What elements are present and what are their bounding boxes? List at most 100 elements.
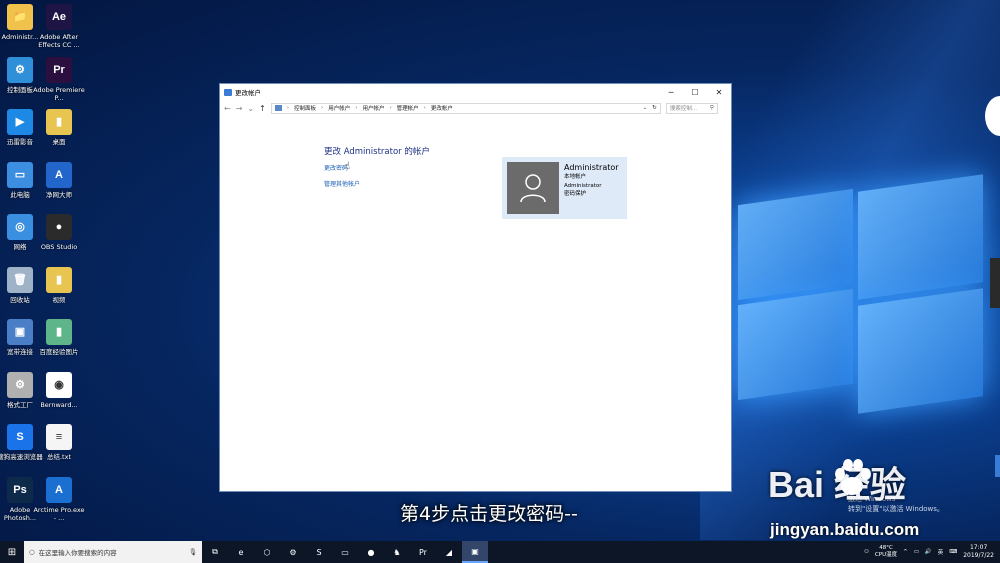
taskbar-app-icon[interactable]: ♞ (384, 541, 410, 563)
taskbar-app-icon[interactable]: ⬡ (254, 541, 280, 563)
taskbar-app-icon[interactable]: ▣ (462, 541, 488, 563)
desktop-icon[interactable]: ● OBS Studio (33, 214, 85, 251)
breadcrumb-item[interactable]: 管理帐户 (397, 104, 419, 112)
app-icon: Pr (46, 56, 72, 83)
hand-cursor-icon: ☝ (344, 161, 351, 172)
people-icon[interactable]: ⚇ (864, 549, 869, 555)
windows-start-icon[interactable]: ⊞ (0, 547, 24, 558)
change-account-window: 更改帐户 ─ ☐ ✕ ← → ⌄ ↑ › 控制面板 › 用户帐户 › 用户帐户 … (219, 83, 732, 492)
desktop-icon[interactable]: ▮ 视频 (33, 266, 85, 304)
desktop-icon-label: Arctime Pro.exe - ... (33, 505, 85, 522)
breadcrumb-item[interactable]: 用户帐户 (328, 104, 350, 112)
desktop-icon-label: Adobe Premiere P... (33, 85, 85, 102)
system-tray: ⚇ 48°C CPU温度 ^ ▭ 🔊 英 ⌨ 17:07 2019/7/22 (864, 544, 1000, 560)
cpu-temp[interactable]: 48°C CPU温度 (875, 545, 897, 559)
baidu-paw-icon (835, 459, 871, 495)
minimize-button[interactable]: ─ (659, 88, 683, 97)
app-icon: ● (46, 214, 72, 240)
maximize-button[interactable]: ☐ (683, 88, 707, 97)
recent-locations-icon[interactable]: ⌄ (247, 104, 254, 113)
desktop-icon-label: 桌面 (52, 138, 66, 146)
control-panel-icon (274, 105, 282, 111)
desktop-icon[interactable]: A Arctime Pro.exe - ... (33, 476, 85, 522)
taskbar-app-icon[interactable]: ● (358, 541, 384, 563)
title-bar[interactable]: 更改帐户 ─ ☐ ✕ (220, 84, 731, 100)
desktop-icon[interactable]: Ae Adobe After Effects CC ... (33, 4, 85, 49)
desktop-icon[interactable]: ≡ 总结.txt (33, 424, 85, 461)
search-icon: ○ (29, 548, 35, 556)
desktop-icon[interactable]: ▮ 桌面 (33, 109, 85, 146)
taskbar-app-icon[interactable]: ⧉ (202, 541, 228, 563)
taskbar-app-icon[interactable]: ▭ (332, 541, 358, 563)
taskbar-app-icon[interactable]: e (228, 541, 254, 563)
taskbar-apps: ⧉ e ⬡ ⚙ S ▭ ● ♞ Pr ◢ ▣ (202, 541, 488, 563)
address-bar[interactable]: › 控制面板 › 用户帐户 › 用户帐户 › 管理帐户 › 更改帐户 ⌄ ↻ (270, 102, 661, 114)
app-icon: Ae (46, 4, 72, 30)
desktop-icon-label: 视频 (52, 295, 66, 304)
keyboard-icon[interactable]: ⌨ (949, 549, 957, 555)
desktop-icon[interactable]: Pr Adobe Premiere P... (33, 56, 85, 102)
account-name: Administrator (564, 163, 619, 172)
account-status: 密码保护 (564, 191, 587, 197)
app-icon: ▭ (7, 161, 33, 188)
close-button[interactable]: ✕ (707, 88, 731, 97)
control-panel-icon (224, 88, 232, 96)
windows-logo-wallpaper (730, 174, 990, 414)
address-toolbar: ← → ⌄ ↑ › 控制面板 › 用户帐户 › 用户帐户 › 管理帐户 › 更改… (220, 100, 731, 116)
desktop-icon[interactable]: ▮ 百度经验图片 (33, 319, 85, 356)
taskbar-app-icon[interactable]: ⚙ (280, 541, 306, 563)
app-icon: A (46, 476, 72, 503)
manage-other-accounts-link[interactable]: 管理其他帐户 (324, 179, 360, 188)
back-arrow-icon[interactable]: ← (224, 104, 231, 113)
desktop-icon-label: 百度经验图片 (39, 348, 79, 356)
app-icon: ◉ (46, 371, 72, 398)
network-icon[interactable]: ▭ (914, 549, 919, 555)
refresh-icon[interactable]: ↻ (652, 105, 657, 111)
app-icon: ≡ (46, 424, 72, 450)
search-placeholder: 搜索控制... (669, 106, 698, 112)
forward-arrow-icon[interactable]: → (236, 104, 243, 113)
app-icon: ▣ (7, 319, 33, 345)
account-group: Administrator (564, 182, 602, 189)
up-arrow-icon[interactable]: ↑ (259, 104, 266, 113)
app-icon: 📁 (7, 4, 33, 30)
app-icon: ▶ (7, 109, 33, 135)
app-icon: A (46, 161, 72, 188)
breadcrumb-item[interactable]: 更改帐户 (431, 104, 453, 112)
volume-icon[interactable]: 🔊 (925, 549, 932, 555)
taskbar-app-icon[interactable]: Pr (410, 541, 436, 563)
tray-expand-icon[interactable]: ^ (903, 549, 908, 555)
taskbar: ⊞ ○ 在这里输入你要搜索的内容 🎙 ⧉ e ⬡ ⚙ S ▭ ● ♞ Pr ◢ ▣ ⚇ 48°C C… (0, 541, 1000, 563)
app-icon: 🗑 (7, 266, 33, 293)
desktop-icon-label: Bernward... (40, 400, 78, 409)
taskbar-app-icon[interactable]: S (306, 541, 332, 563)
tutorial-caption: 第4步点击更改密码-- (400, 503, 578, 525)
app-icon: ⚙ (7, 56, 33, 83)
desktop-icon-label: 净网大师 (46, 190, 72, 199)
desktop-icon-label: OBS Studio (40, 243, 78, 251)
side-indicator (995, 455, 1000, 477)
account-card: Administrator 本地帐户 Administrator 密码保护 (502, 157, 627, 219)
page-title: 更改 Administrator 的帐户 (324, 147, 430, 157)
app-icon: S (7, 424, 33, 450)
search-icon[interactable]: ⚲ (710, 105, 714, 111)
search-input[interactable]: 搜索控制... ⚲ (665, 102, 718, 114)
desktop-icon[interactable]: ◉ Bernward... (33, 371, 85, 409)
account-type: 本地帐户 (564, 174, 587, 180)
taskbar-app-icon[interactable]: ◢ (436, 541, 462, 563)
desktop-icon-label: 总结.txt (46, 453, 71, 461)
user-avatar-icon (507, 162, 559, 214)
taskbar-search-placeholder: 在这里输入你要搜索的内容 (38, 549, 117, 557)
breadcrumb-item[interactable]: 用户帐户 (362, 104, 384, 112)
window-title: 更改帐户 (235, 89, 261, 97)
side-panel-tab[interactable] (990, 258, 1000, 308)
ime-indicator[interactable]: 英 (938, 548, 944, 556)
watermark-url: jingyan.baidu.com (770, 520, 920, 539)
chevron-down-icon[interactable]: ⌄ (643, 105, 648, 111)
microphone-icon[interactable]: 🎙 (189, 548, 197, 556)
clock[interactable]: 17:07 2019/7/22 (963, 544, 994, 560)
desktop-icon-label: Adobe After Effects CC ... (38, 33, 80, 49)
taskbar-search-input[interactable]: ○ 在这里输入你要搜索的内容 🎙 (24, 541, 202, 563)
breadcrumb-item[interactable]: 控制面板 (294, 104, 316, 112)
desktop-icon[interactable]: A 净网大师 (33, 161, 85, 199)
